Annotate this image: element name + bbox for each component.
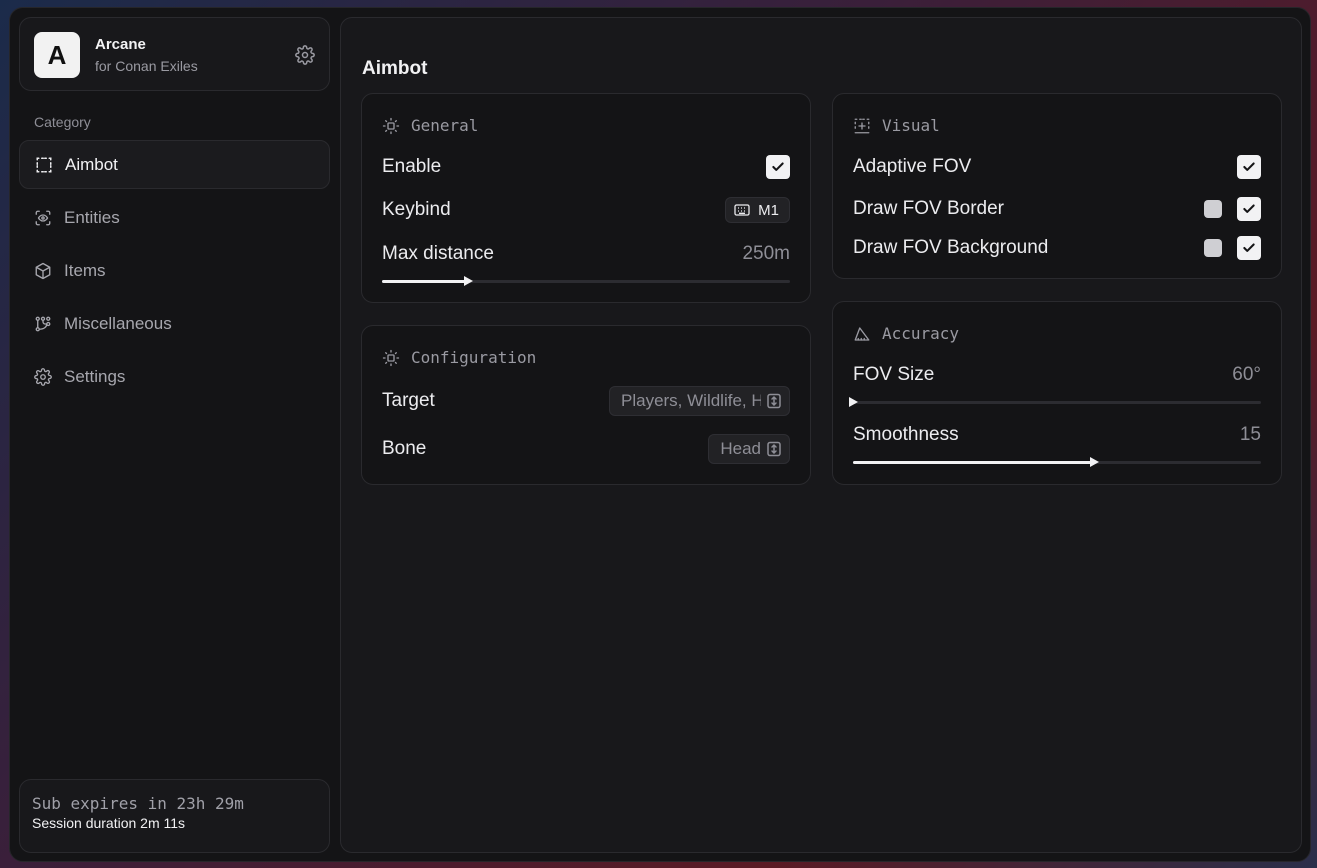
- keybind-label: Keybind: [382, 199, 451, 220]
- checkmark-icon: [772, 162, 784, 171]
- general-card-header: General: [382, 116, 478, 135]
- sidebar-item-label: Settings: [64, 366, 126, 386]
- general-card-title: General: [411, 116, 479, 135]
- adaptive-fov-checkbox[interactable]: [1237, 155, 1261, 179]
- app-subtitle: for Conan Exiles: [95, 58, 198, 74]
- main-panel: Aimbot General Enable Keybind M1 Max dis…: [340, 17, 1302, 853]
- sidebar-item-label: Entities: [64, 207, 120, 227]
- smoothness-slider[interactable]: [853, 457, 1261, 467]
- sidebar-item-items[interactable]: Items: [19, 246, 330, 295]
- brand-header: A Arcane for Conan Exiles: [19, 17, 330, 91]
- bone-row: Bone Head: [382, 434, 790, 464]
- max-distance-row: Max distance 250m: [382, 241, 790, 267]
- draw-fov-background-label: Draw FOV Background: [853, 237, 1049, 258]
- sidebar-item-label: Items: [64, 260, 106, 280]
- target-label: Target: [382, 390, 435, 411]
- general-card: General Enable Keybind M1 Max distance 2…: [361, 93, 811, 303]
- enable-checkbox[interactable]: [766, 155, 790, 179]
- subscription-footer: Sub expires in 23h 29m Session duration …: [19, 779, 330, 853]
- visual-card: Visual Adaptive FOV Draw FOV Border Draw: [832, 93, 1282, 279]
- visual-card-header: Visual: [853, 116, 940, 135]
- smoothness-value: 15: [1239, 424, 1261, 445]
- gear-icon[interactable]: [295, 45, 315, 65]
- target-select-value: Players, Wildlife, Hu...: [621, 391, 761, 410]
- gear-icon: [34, 367, 52, 386]
- draw-fov-border-checkbox[interactable]: [1237, 197, 1261, 221]
- smoothness-row: Smoothness 15: [853, 422, 1261, 448]
- chevron-up-down-icon: [767, 393, 781, 409]
- configuration-card-title: Configuration: [411, 348, 537, 367]
- fov-size-row: FOV Size 60°: [853, 362, 1261, 388]
- checkmark-icon: [1243, 204, 1255, 213]
- chevron-up-down-icon: [767, 441, 781, 457]
- sidebar-item-entities[interactable]: Entities: [19, 193, 330, 242]
- eye-scan-icon: [35, 210, 51, 225]
- sub-expires-text: Sub expires in 23h 29m: [32, 794, 244, 813]
- nodes-icon: [35, 316, 51, 331]
- target-row: Target Players, Wildlife, Hu...: [382, 386, 790, 416]
- max-distance-label: Max distance: [382, 243, 494, 264]
- sidebar-item-aimbot[interactable]: Aimbot: [19, 140, 330, 189]
- visual-card-title: Visual: [882, 116, 940, 135]
- dashed-square-icon: [36, 157, 52, 172]
- fov-background-color-swatch[interactable]: [1204, 239, 1222, 257]
- bone-label: Bone: [382, 438, 427, 459]
- fov-size-value: 60°: [1232, 364, 1261, 385]
- crosshair-frame-icon: [854, 118, 870, 133]
- app-window: A Arcane for Conan Exiles Category Aimbo…: [9, 7, 1311, 862]
- enable-row: Enable: [382, 154, 790, 180]
- session-duration-text: Session duration 2m 11s: [32, 815, 186, 831]
- sidebar-item-settings[interactable]: Settings: [19, 352, 330, 401]
- adaptive-fov-label: Adaptive FOV: [853, 156, 972, 177]
- slider-thumb[interactable]: [849, 397, 858, 407]
- category-label: Category: [34, 114, 91, 130]
- draw-fov-background-controls: [1204, 236, 1261, 260]
- app-name: Arcane: [95, 36, 146, 53]
- accuracy-card: Accuracy FOV Size 60° Smoothness 15: [832, 301, 1282, 485]
- slider-fill: [853, 461, 1094, 464]
- focus-icon: [382, 117, 400, 134]
- fov-size-slider[interactable]: [849, 397, 1261, 407]
- keybind-value: M1: [758, 201, 779, 219]
- enable-label: Enable: [382, 156, 442, 177]
- sidebar-item-label: Aimbot: [65, 154, 118, 174]
- slider-thumb[interactable]: [1089, 457, 1099, 467]
- keybind-row: Keybind M1: [382, 197, 790, 223]
- triangle-ruler-icon: [854, 326, 870, 341]
- keybind-button[interactable]: M1: [725, 197, 790, 223]
- draw-fov-background-row: Draw FOV Background: [853, 235, 1261, 261]
- page-title: Aimbot: [362, 58, 428, 79]
- slider-fill: [382, 280, 468, 283]
- draw-fov-border-row: Draw FOV Border: [853, 196, 1261, 222]
- slider-thumb[interactable]: [463, 276, 473, 286]
- sidebar-item-miscellaneous[interactable]: Miscellaneous: [19, 299, 330, 348]
- target-select[interactable]: Players, Wildlife, Hu...: [609, 386, 790, 416]
- checkmark-icon: [1243, 243, 1255, 252]
- accuracy-card-title: Accuracy: [882, 324, 960, 343]
- max-distance-slider[interactable]: [382, 276, 790, 286]
- box-icon: [35, 262, 51, 279]
- max-distance-value: 250m: [742, 243, 790, 264]
- configuration-card: Configuration Target Players, Wildlife, …: [361, 325, 811, 485]
- checkmark-icon: [1243, 162, 1255, 171]
- bone-select-value: Head: [720, 439, 761, 458]
- sidebar-item-label: Miscellaneous: [64, 313, 172, 333]
- smoothness-label: Smoothness: [853, 424, 959, 445]
- app-logo: A: [34, 32, 80, 78]
- fov-border-color-swatch[interactable]: [1204, 200, 1222, 218]
- bone-select[interactable]: Head: [708, 434, 790, 464]
- draw-fov-border-label: Draw FOV Border: [853, 198, 1004, 219]
- keyboard-icon: [734, 204, 750, 216]
- draw-fov-background-checkbox[interactable]: [1237, 236, 1261, 260]
- slider-track: [853, 401, 1261, 404]
- fov-size-label: FOV Size: [853, 364, 935, 385]
- accuracy-card-header: Accuracy: [853, 324, 959, 343]
- adaptive-fov-row: Adaptive FOV: [853, 154, 1261, 180]
- configuration-card-header: Configuration: [382, 348, 536, 367]
- focus-icon: [382, 349, 400, 366]
- draw-fov-border-controls: [1204, 197, 1261, 221]
